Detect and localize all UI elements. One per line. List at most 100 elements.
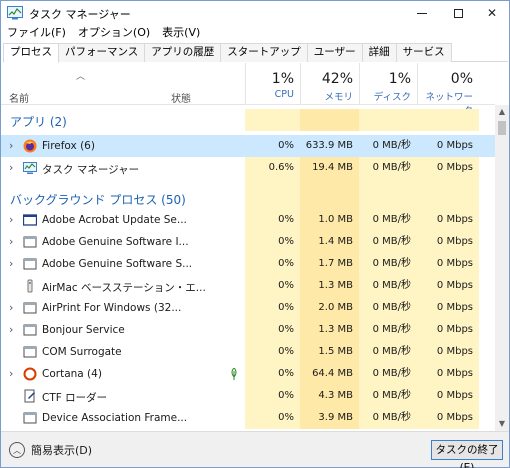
expand-chevron-icon[interactable]: › [9, 139, 13, 152]
menu-view[interactable]: 表示(V) [156, 25, 206, 43]
scroll-up-icon[interactable]: ▲ [495, 105, 509, 119]
process-row[interactable]: COM Surrogate 0% 1.5 MB 0 MB/秒 0 Mbps [1, 341, 495, 363]
network-value: 0 Mbps [417, 209, 479, 231]
header-cpu[interactable]: 1% CPU [245, 63, 300, 105]
vertical-scrollbar[interactable]: ▲ ▼ [495, 105, 509, 431]
expand-chevron-icon[interactable]: › [9, 161, 13, 174]
process-row[interactable]: › Adobe Acrobat Update Se... 0% 1.0 MB 0… [1, 209, 495, 231]
expand-chevron-icon[interactable]: › [9, 323, 13, 336]
group-header-apps[interactable]: アプリ (2) [1, 109, 495, 131]
tab-startup[interactable]: スタートアップ [220, 43, 308, 62]
cpu-value: 0% [245, 363, 300, 385]
window-icon [23, 236, 37, 248]
network-value: 0 Mbps [436, 140, 473, 151]
group-title-background: バックグラウンド プロセス (50) [10, 193, 186, 207]
tab-services[interactable]: サービス [395, 43, 452, 62]
memory-value: 1.5 MB [300, 341, 359, 363]
tab-bar: プロセス パフォーマンス アプリの履歴 スタートアップ ユーザー 詳細 サービス [3, 43, 508, 63]
chevron-up-icon: ︿ [9, 442, 25, 458]
network-value: 0 Mbps [417, 253, 479, 275]
window-title: タスク マネージャー [29, 8, 131, 21]
scrollbar-thumb[interactable] [498, 121, 506, 135]
header-name[interactable]: 名前 [9, 90, 29, 105]
disk-value: 0 MB/秒 [359, 209, 417, 231]
fewer-details-label: 簡易表示(D) [31, 444, 93, 457]
minimize-icon [417, 12, 427, 14]
expand-chevron-icon[interactable]: › [9, 235, 13, 248]
cortana-icon [23, 367, 37, 381]
tab-app-history[interactable]: アプリの履歴 [144, 43, 222, 62]
network-value: 0 Mbps [417, 385, 479, 407]
process-row[interactable]: › タスク マネージャー 0.6% 19.4 MB 0 MB/秒 0 Mbps [1, 157, 495, 179]
header-cpu-percent: 1% [271, 71, 294, 87]
expand-chevron-icon[interactable]: › [9, 213, 13, 226]
cpu-value: 0% [245, 319, 300, 341]
column-header: ︿ 名前 状態 1% CPU 42% メモリ 1% ディスク 0% ネットワーク [1, 63, 495, 117]
memory-value: 1.7 MB [300, 253, 359, 275]
header-network[interactable]: 0% ネットワーク [417, 63, 479, 117]
scroll-down-icon[interactable]: ▼ [495, 417, 509, 431]
process-row[interactable]: › AirPrint For Windows (32... 0% 2.0 MB … [1, 297, 495, 319]
memory-value: 3.9 MB [300, 407, 359, 429]
process-name: Device Association Frame... [42, 412, 188, 424]
cpu-value: 0% [278, 140, 294, 151]
network-value: 0 Mbps [417, 297, 479, 319]
maximize-button[interactable] [441, 1, 475, 25]
memory-value: 1.3 MB [300, 275, 359, 297]
disk-value: 0 MB/秒 [359, 275, 417, 297]
disk-value: 0 MB/秒 [359, 341, 417, 363]
leaf-icon [231, 368, 237, 380]
process-row[interactable]: Device Association Frame... 0% 3.9 MB 0 … [1, 407, 495, 429]
process-row[interactable]: › Cortana (4) 0% 64.4 MB 0 MB/秒 0 Mbps [1, 363, 495, 385]
title-bar[interactable]: タスク マネージャー ✕ [1, 1, 509, 25]
process-row[interactable]: › Adobe Genuine Software S... 0% 1.7 MB … [1, 253, 495, 275]
expand-chevron-icon[interactable]: › [9, 367, 13, 380]
end-task-button[interactable]: タスクの終了(E) [431, 440, 503, 468]
task-manager-icon [23, 162, 37, 174]
header-disk-label: ディスク [373, 92, 411, 103]
process-name: Adobe Genuine Software S... [42, 258, 193, 270]
process-row[interactable]: AirMac ベースステーション・エ... 0% 1.3 MB 0 MB/秒 0… [1, 275, 495, 297]
sort-up-icon[interactable]: ︿ [76, 69, 85, 82]
group-title-apps: アプリ (2) [10, 115, 67, 129]
memory-value: 1.3 MB [300, 319, 359, 341]
process-name: AirMac ベースステーション・エ... [42, 282, 206, 294]
window-icon [23, 214, 37, 226]
expand-chevron-icon[interactable]: › [9, 257, 13, 270]
process-row[interactable]: › Firefox (6) 0% 633.9 MB 0 MB/秒 0 Mbps [1, 135, 495, 157]
close-button[interactable]: ✕ [475, 1, 509, 25]
memory-value: 633.9 MB [305, 140, 353, 151]
minimize-button[interactable] [405, 1, 439, 25]
tab-processes[interactable]: プロセス [3, 43, 59, 63]
header-disk-percent: 1% [388, 71, 411, 87]
process-name: COM Surrogate [42, 346, 122, 358]
disk-value: 0 MB/秒 [359, 385, 417, 407]
window-icon [23, 412, 37, 424]
disk-value: 0 MB/秒 [359, 157, 417, 179]
header-status[interactable]: 状態 [171, 90, 191, 105]
menu-file[interactable]: ファイル(F) [1, 25, 72, 43]
memory-value: 1.0 MB [300, 209, 359, 231]
fewer-details-button[interactable]: ︿ 簡易表示(D) [9, 441, 92, 459]
disk-value: 0 MB/秒 [359, 231, 417, 253]
close-icon: ✕ [486, 6, 498, 20]
process-row[interactable]: › Bonjour Service 0% 1.3 MB 0 MB/秒 0 Mbp… [1, 319, 495, 341]
header-cpu-label: CPU [274, 89, 294, 100]
process-name: Cortana (4) [42, 368, 102, 380]
process-row[interactable]: CTF ローダー 0% 4.3 MB 0 MB/秒 0 Mbps [1, 385, 495, 407]
network-value: 0 Mbps [417, 407, 479, 429]
menu-options[interactable]: オプション(O) [72, 25, 156, 43]
menu-bar: ファイル(F) オプション(O) 表示(V) [1, 25, 206, 43]
cpu-value: 0% [245, 209, 300, 231]
memory-value: 64.4 MB [300, 363, 359, 385]
tab-details[interactable]: 詳細 [361, 43, 397, 62]
group-header-background[interactable]: バックグラウンド プロセス (50) [1, 187, 495, 209]
tab-users[interactable]: ユーザー [306, 43, 363, 62]
header-memory[interactable]: 42% メモリ [300, 63, 359, 105]
tab-performance[interactable]: パフォーマンス [58, 43, 146, 62]
header-disk[interactable]: 1% ディスク [359, 63, 417, 105]
disk-value: 0 MB/秒 [359, 407, 417, 429]
process-row[interactable]: › Adobe Genuine Software I... 0% 1.4 MB … [1, 231, 495, 253]
task-manager-window: タスク マネージャー ✕ ファイル(F) オプション(O) 表示(V) プロセス… [0, 0, 510, 468]
expand-chevron-icon[interactable]: › [9, 301, 13, 314]
